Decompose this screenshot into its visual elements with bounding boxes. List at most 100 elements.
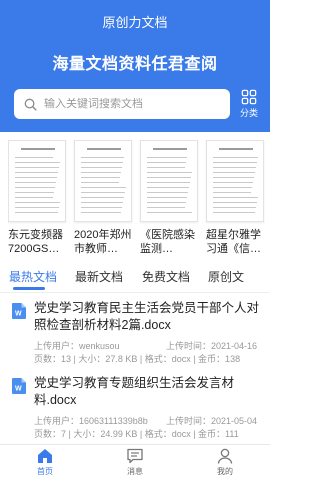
word-doc-icon: W <box>12 303 26 319</box>
doc-thumbnail <box>206 140 264 222</box>
thumbnail-text-line <box>81 177 120 178</box>
thumbnail-text-line <box>213 212 255 213</box>
thumbnail-text-line <box>147 182 190 183</box>
doc-thumbnail <box>74 140 132 222</box>
thumbnail-heading-line <box>21 148 55 150</box>
message-icon <box>127 448 143 464</box>
recommended-doc-card[interactable]: 2020年郑州市教师… <box>74 140 132 258</box>
document-uploader: 上传用户：16063111339b8b <box>34 416 148 426</box>
thumbnail-text-line <box>81 197 124 198</box>
thumbnail-text-line <box>15 207 59 208</box>
nav-messages-label: 消息 <box>127 467 143 476</box>
nav-profile[interactable]: 我的 <box>195 447 255 477</box>
nav-home[interactable]: 首页 <box>15 447 75 477</box>
document-upload-time: 上传时间：2021-05-04 <box>166 416 258 426</box>
document-stats: 页数：7 | 大小：24.99 KB | 格式：docx | 金币：111 <box>34 429 239 439</box>
thumbnail-text-line <box>15 172 58 173</box>
thumbnail-text-line <box>15 212 58 213</box>
thumbnail-text-line <box>213 177 254 178</box>
document-stats: 页数：13 | 大小：27.8 KB | 格式：docx | 金币：138 <box>34 354 241 364</box>
thumbnail-text-line <box>213 172 255 173</box>
thumbnail-text-line <box>213 202 257 203</box>
thumbnail-text-line <box>147 167 185 168</box>
user-icon <box>217 448 233 464</box>
doc-thumbnail <box>140 140 198 222</box>
thumbnail-text-line <box>81 212 121 213</box>
svg-text:W: W <box>15 386 22 393</box>
thumbnail-heading-line <box>219 148 253 150</box>
header-banner: 原创力文档 海量文档资料任君查阅 分类 <box>0 0 270 132</box>
app-title: 原创力文档 <box>102 15 168 30</box>
thumbnail-heading-line <box>87 148 121 150</box>
thumbnail-text-line <box>81 207 122 208</box>
category-button[interactable]: 分类 <box>236 89 262 119</box>
thumbnail-text-line <box>15 202 60 203</box>
tab-new-docs[interactable]: 最新文档 <box>75 268 123 285</box>
tab-free-docs[interactable]: 免费文档 <box>142 268 190 285</box>
document-uploader: 上传用户：wenkusou <box>34 341 120 351</box>
recommended-doc-caption: 2020年郑州市教师… <box>74 229 132 255</box>
thumbnail-text-line <box>15 177 57 178</box>
document-title: 党史学习教育专题组织生活会发言材料.docx <box>34 376 235 407</box>
thumbnail-text-line <box>213 197 258 198</box>
thumbnail-text-line <box>81 167 122 168</box>
thumbnail-text-line <box>15 157 53 158</box>
category-label: 分类 <box>239 108 258 118</box>
recommended-doc-card[interactable]: 超星尔雅学习通《信… <box>206 140 264 258</box>
document-list-item[interactable]: W 党史学习教育专题组织生活会发言材料.docx 上传用户：1606311133… <box>0 375 270 447</box>
word-doc-icon: W <box>12 378 26 394</box>
nav-profile-label: 我的 <box>217 467 233 476</box>
thumbnail-text-line <box>213 192 251 193</box>
thumbnail-text-line <box>15 182 56 183</box>
thumbnail-text-line <box>81 162 123 163</box>
thumbnail-text-line <box>15 162 60 163</box>
document-title: 党史学习教育民主生活会党员干部个人对照检查剖析材料2篇.docx <box>34 301 260 332</box>
thumbnail-text-line <box>147 197 187 198</box>
nav-home-label: 首页 <box>37 467 53 476</box>
thumbnail-text-line <box>81 192 125 193</box>
recommended-doc-card[interactable]: 《医院感染监测… <box>140 140 198 258</box>
svg-text:W: W <box>15 311 22 318</box>
doc-thumbnail <box>8 140 66 222</box>
recommended-doc-caption: 超星尔雅学习通《信… <box>206 229 261 255</box>
nav-messages[interactable]: 消息 <box>105 447 165 477</box>
thumbnail-text-line <box>147 172 192 173</box>
thumbnail-text-line <box>15 192 54 193</box>
thumbnail-heading-line <box>153 148 187 150</box>
thumbnail-text-line <box>147 187 189 188</box>
recommended-doc-caption: 东元变频器7200GS… <box>8 229 63 255</box>
tab-original-docs[interactable]: 原创文 <box>208 268 244 285</box>
thumbnail-text-line <box>81 202 123 203</box>
thumbnail-text-line <box>213 182 253 183</box>
divider <box>0 292 270 293</box>
thumbnail-text-line <box>213 157 258 158</box>
thumbnail-text-line <box>147 207 185 208</box>
thumbnail-text-line <box>213 207 256 208</box>
thumbnail-text-line <box>81 172 121 173</box>
thumbnail-text-line <box>147 162 186 163</box>
doc-tabs: 最热文档 最新文档 免费文档 原创文 <box>0 262 270 292</box>
thumbnail-text-line <box>213 187 252 188</box>
document-upload-time: 上传时间：2021-04-16 <box>166 341 258 351</box>
thumbnail-text-line <box>147 202 186 203</box>
thumbnail-text-line <box>15 187 55 188</box>
thumbnail-text-line <box>15 197 53 198</box>
thumbnail-text-line <box>81 182 119 183</box>
active-tab-indicator <box>13 287 45 290</box>
recommended-doc-card[interactable]: 东元变频器7200GS… <box>8 140 66 258</box>
recommended-doc-caption: 《医院感染监测… <box>140 229 195 255</box>
tab-hot-docs[interactable]: 最热文档 <box>9 268 57 285</box>
search-bar[interactable] <box>14 89 230 119</box>
search-input[interactable] <box>44 98 214 110</box>
bottom-navigation: 首页 消息 我的 <box>0 444 270 480</box>
document-list-item[interactable]: W 党史学习教育民主生活会党员干部个人对照检查剖析材料2篇.docx 上传用户：… <box>0 300 270 372</box>
thumbnail-text-line <box>81 187 126 188</box>
thumbnail-text-line <box>147 192 188 193</box>
thumbnail-text-line <box>81 157 124 158</box>
search-icon <box>24 98 37 111</box>
thumbnail-text-line <box>147 157 187 158</box>
home-icon <box>38 449 52 463</box>
grid-icon <box>241 89 257 105</box>
thumbnail-text-line <box>213 167 256 168</box>
thumbnail-text-line <box>147 212 192 213</box>
